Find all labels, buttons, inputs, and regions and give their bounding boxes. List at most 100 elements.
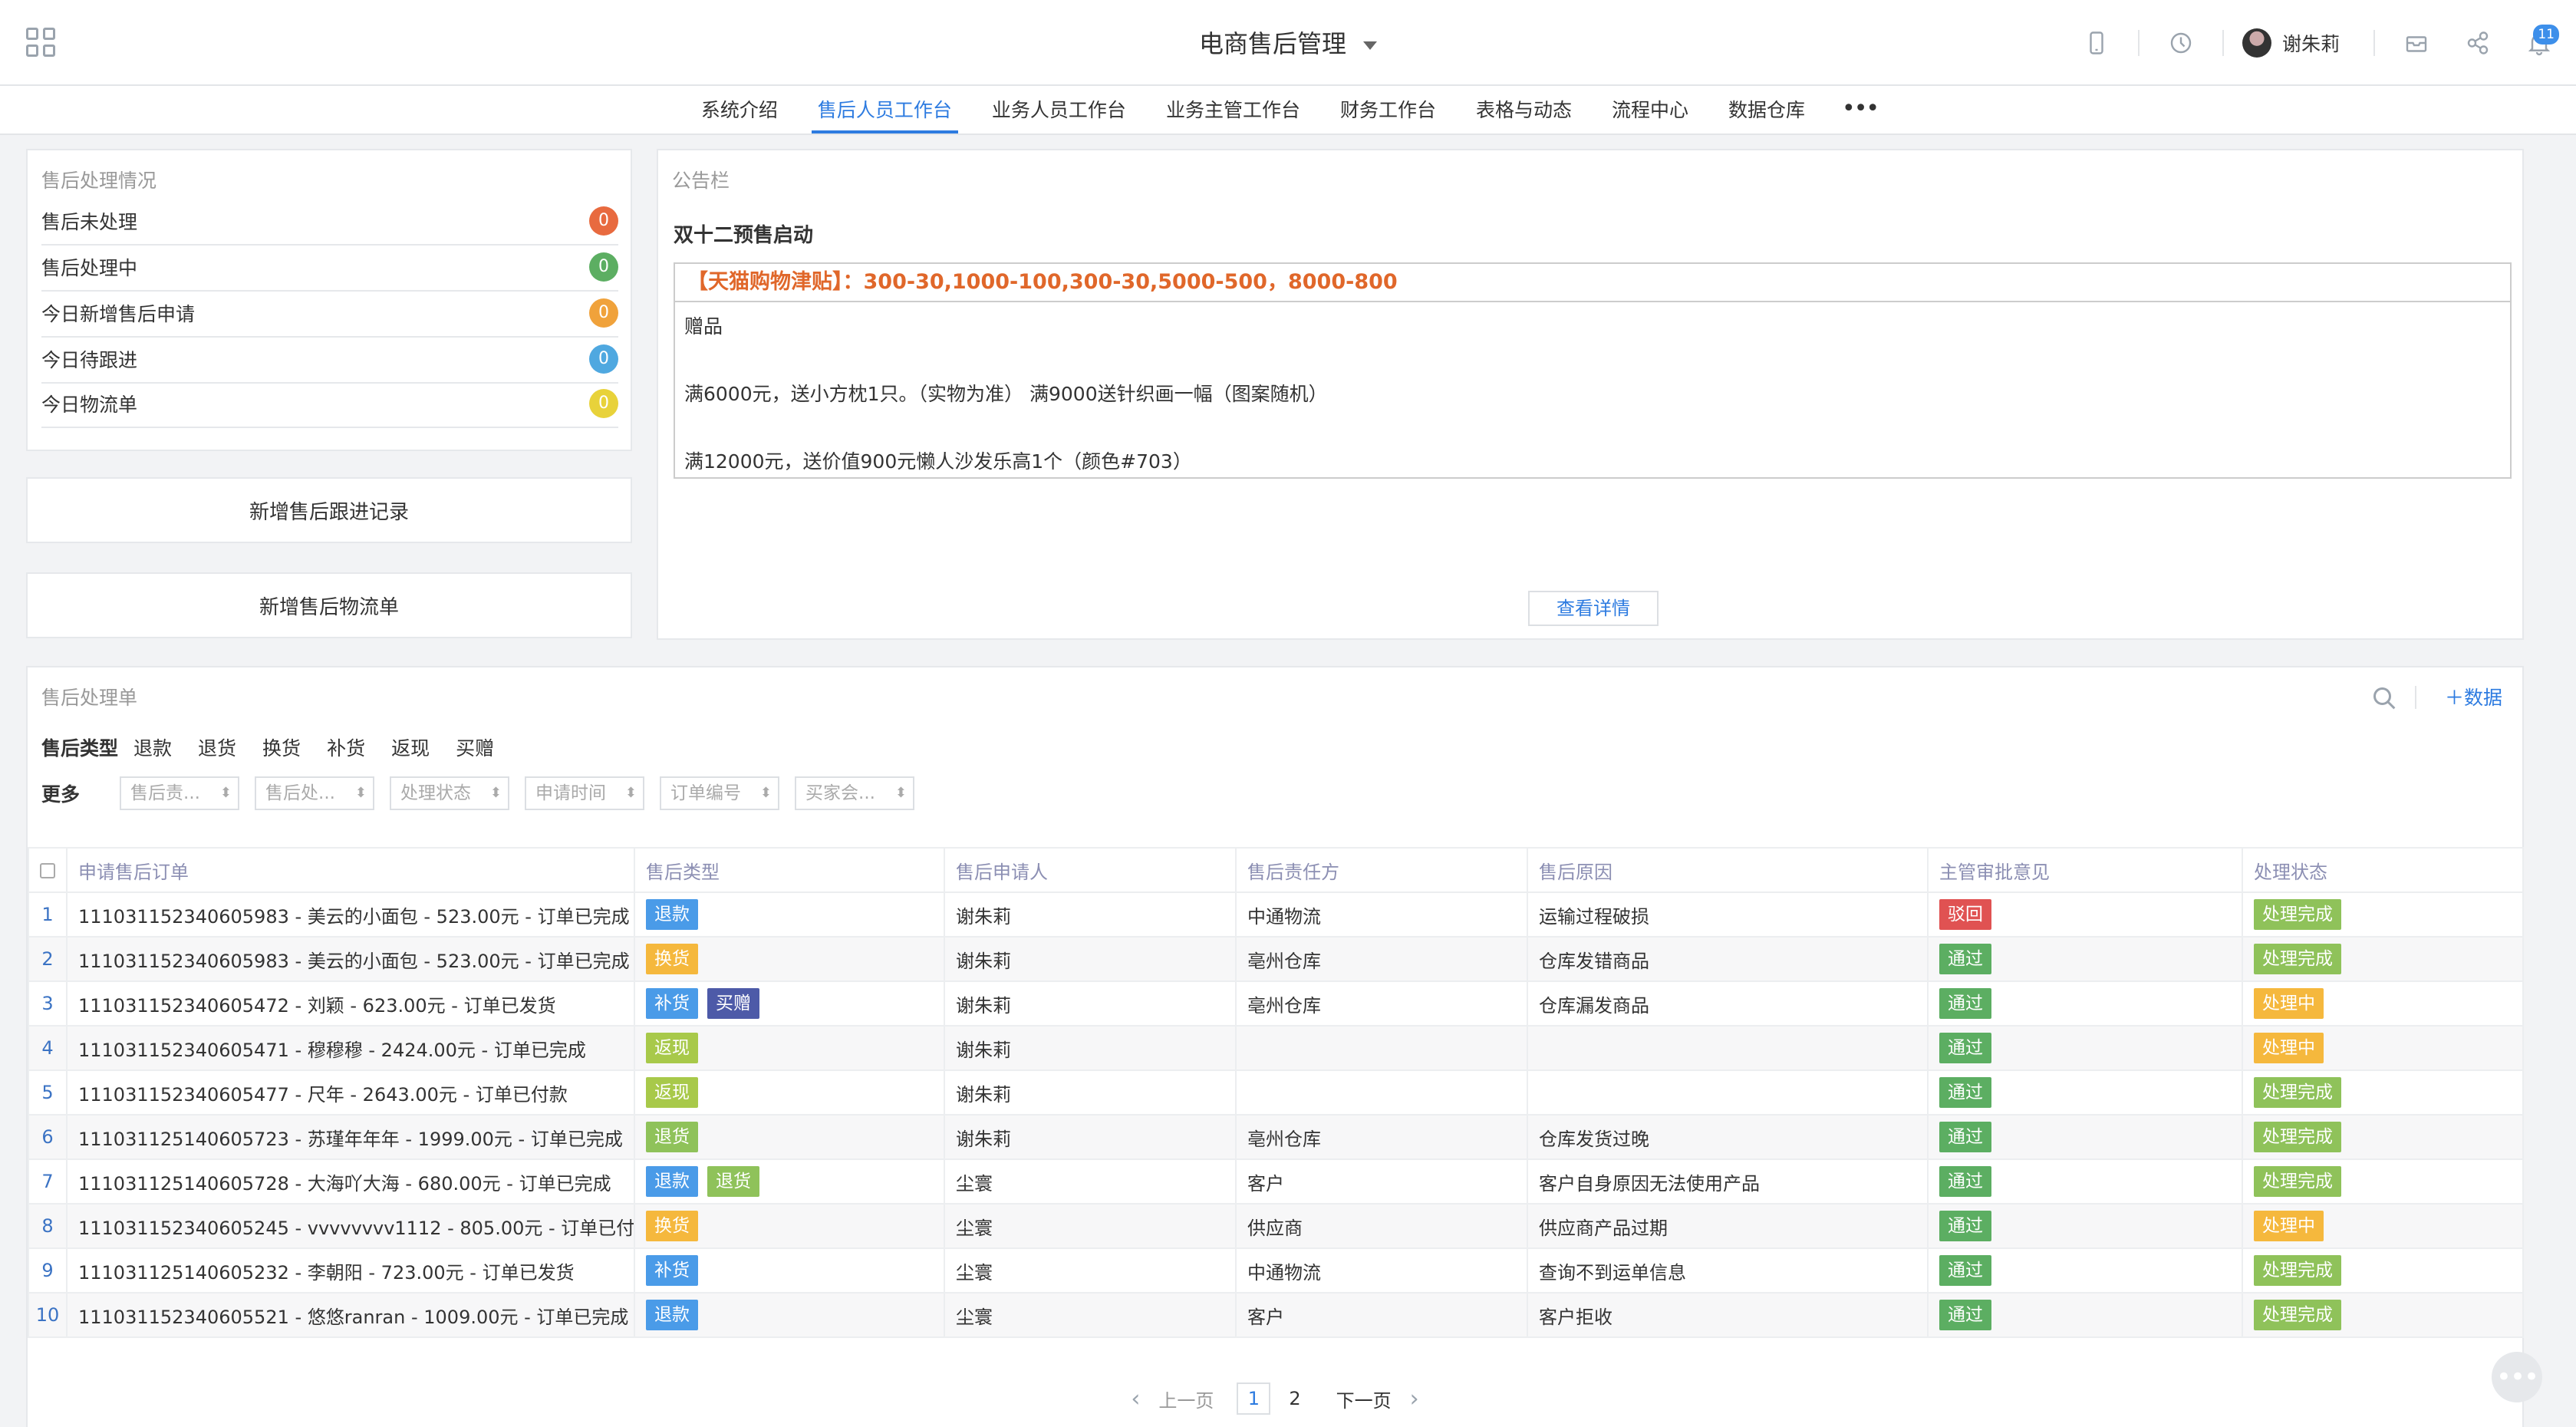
status-row[interactable]: 售后未处理 0 (41, 198, 618, 246)
user-menu[interactable]: 谢朱莉 (2242, 28, 2340, 58)
filter-option[interactable]: 返现 (391, 737, 430, 760)
table-row[interactable]: 1 111031152340605983 - 美云的小面包 - 523.00元 … (28, 891, 2524, 938)
filter-select[interactable]: 处理状态 (390, 776, 510, 810)
approval-tag: 通过 (1939, 1211, 1991, 1241)
reason-cell (1527, 1025, 1929, 1071)
clock-icon[interactable] (2158, 20, 2204, 66)
notice-promo: 【天猫购物津贴】：300-30,1000-100,300-30,5000-500… (675, 264, 2510, 302)
order-cell[interactable]: 111031152340605245 - vvvvvvvv1112 - 805.… (66, 1203, 635, 1249)
view-details-button[interactable]: 查看详情 (1528, 591, 1659, 626)
page-1-button[interactable]: 1 (1237, 1383, 1271, 1415)
chat-icon[interactable]: ••• (2492, 1352, 2542, 1402)
column-header[interactable]: 处理状态 (2242, 847, 2524, 893)
search-icon[interactable] (2369, 683, 2400, 714)
reason-cell: 仓库漏发商品 (1527, 980, 1929, 1027)
party-cell: 客户 (1235, 1292, 1528, 1338)
reason-cell: 运输过程破损 (1527, 891, 1929, 938)
card-title: 公告栏 (672, 170, 730, 192)
status-row[interactable]: 售后处理中 0 (41, 244, 618, 292)
tab-process-center[interactable]: 流程中心 (1592, 86, 1708, 133)
approval-cell: 通过 (1927, 1247, 2243, 1294)
select-all-checkbox[interactable] (28, 847, 68, 893)
tab-aftersales-workbench[interactable]: 售后人员工作台 (798, 86, 972, 133)
table-row[interactable]: 2 111031152340605983 - 美云的小面包 - 523.00元 … (28, 936, 2524, 982)
table-row[interactable]: 10 111031152340605521 - 悠悠ranran - 1009.… (28, 1292, 2524, 1338)
reason-cell: 客户拒收 (1527, 1292, 1929, 1338)
column-header[interactable]: 售后责任方 (1235, 847, 1528, 893)
column-header[interactable]: 申请售后订单 (66, 847, 635, 893)
order-cell[interactable]: 111031125140605723 - 苏瑾年年年 - 1999.00元 - … (66, 1114, 635, 1160)
chevron-right-icon[interactable]: › (1410, 1386, 1419, 1412)
tab-tables-activity[interactable]: 表格与动态 (1456, 86, 1592, 133)
page-2-button[interactable]: 2 (1289, 1388, 1300, 1409)
order-cell[interactable]: 111031125140605728 - 大海吖大海 - 680.00元 - 订… (66, 1158, 635, 1205)
add-logistics-button[interactable]: 新增售后物流单 (26, 572, 632, 638)
order-cell[interactable]: 111031152340605472 - 刘颖 - 623.00元 - 订单已发… (66, 980, 635, 1027)
filter-option[interactable]: 换货 (262, 737, 301, 760)
notice-board-card: 公告栏 双十二预售启动 【天猫购物津贴】：300-30,1000-100,300… (657, 149, 2524, 640)
status-cell: 处理完成 (2242, 1247, 2524, 1294)
filter-option[interactable]: 买赠 (456, 737, 494, 760)
more-icon[interactable]: ••• (1825, 86, 1895, 133)
inbox-icon[interactable] (2393, 20, 2439, 66)
order-cell[interactable]: 111031152340605983 - 美云的小面包 - 523.00元 - … (66, 891, 635, 938)
type-cell: 换货 (634, 1203, 945, 1249)
share-icon[interactable] (2455, 20, 2501, 66)
party-cell (1235, 1069, 1528, 1116)
table-row[interactable]: 3 111031152340605472 - 刘颖 - 623.00元 - 订单… (28, 980, 2524, 1027)
status-row[interactable]: 今日新增售后申请 0 (41, 290, 618, 338)
tab-finance-workbench[interactable]: 财务工作台 (1320, 86, 1456, 133)
bell-icon[interactable]: 11 (2516, 20, 2562, 66)
applicant-cell: 谢朱莉 (944, 891, 1237, 938)
filter-select[interactable]: 买家会... (795, 776, 915, 810)
add-followup-label: 新增售后跟进记录 (249, 500, 409, 524)
column-header[interactable]: 售后原因 (1527, 847, 1929, 893)
column-header[interactable]: 主管审批意见 (1927, 847, 2243, 893)
filter-select[interactable]: 订单编号 (660, 776, 780, 810)
next-page-button[interactable]: 下一页 (1336, 1386, 1392, 1412)
table-row[interactable]: 4 111031152340605471 - 穆穆穆 - 2424.00元 - … (28, 1025, 2524, 1071)
status-count-badge: 0 (589, 298, 618, 328)
party-cell: 中通物流 (1235, 1247, 1528, 1294)
add-data-button[interactable]: ＋数据 (2445, 683, 2502, 710)
top-bar: 电商售后管理 谢朱莉 11 (0, 0, 2576, 86)
status-label: 售后处理中 (41, 257, 138, 279)
filter-option[interactable]: 退货 (198, 737, 236, 760)
status-row[interactable]: 今日物流单 0 (41, 381, 618, 428)
table-row[interactable]: 5 111031152340605477 - 尺年 - 2643.00元 - 订… (28, 1069, 2524, 1116)
table-row[interactable]: 7 111031125140605728 - 大海吖大海 - 680.00元 -… (28, 1158, 2524, 1205)
filter-select[interactable]: 售后处... (255, 776, 375, 810)
approval-tag: 通过 (1939, 1255, 1991, 1286)
table-row[interactable]: 9 111031125140605232 - 李朝阳 - 723.00元 - 订… (28, 1247, 2524, 1294)
column-header[interactable]: 售后申请人 (944, 847, 1237, 893)
filter-option[interactable]: 退款 (133, 737, 172, 760)
row-number: 7 (28, 1158, 68, 1205)
filter-option[interactable]: 补货 (327, 737, 365, 760)
status-tag: 处理完成 (2254, 1166, 2341, 1197)
mobile-icon[interactable] (2074, 20, 2120, 66)
order-cell[interactable]: 111031152340605477 - 尺年 - 2643.00元 - 订单已… (66, 1069, 635, 1116)
filter-select[interactable]: 申请时间 (525, 776, 645, 810)
table-row[interactable]: 8 111031152340605245 - vvvvvvvv1112 - 80… (28, 1203, 2524, 1249)
tab-data-warehouse[interactable]: 数据仓库 (1708, 86, 1825, 133)
prev-page-button[interactable]: 上一页 (1158, 1386, 1214, 1412)
tab-system-intro[interactable]: 系统介绍 (681, 86, 798, 133)
order-cell[interactable]: 111031152340605983 - 美云的小面包 - 523.00元 - … (66, 936, 635, 982)
status-row[interactable]: 今日待跟进 0 (41, 336, 618, 384)
status-cell: 处理中 (2242, 1025, 2524, 1071)
notice-line: 满6000元，送小方枕1只。（实物为准） 满9000送针织画一幅（图案随机） (684, 383, 1328, 405)
notice-line: 赠品 (684, 315, 723, 338)
filter-select[interactable]: 售后责... (120, 776, 240, 810)
tab-supervisor-workbench[interactable]: 业务主管工作台 (1146, 86, 1320, 133)
chevron-left-icon[interactable]: ‹ (1131, 1386, 1140, 1412)
order-cell[interactable]: 111031152340605471 - 穆穆穆 - 2424.00元 - 订单… (66, 1025, 635, 1071)
order-cell[interactable]: 111031152340605521 - 悠悠ranran - 1009.00元… (66, 1292, 635, 1338)
type-tag: 退货 (646, 1122, 698, 1152)
approval-cell: 通过 (1927, 1203, 2243, 1249)
column-header[interactable]: 售后类型 (634, 847, 945, 893)
order-cell[interactable]: 111031125140605232 - 李朝阳 - 723.00元 - 订单已… (66, 1247, 635, 1294)
add-followup-button[interactable]: 新增售后跟进记录 (26, 477, 632, 543)
table-header: 申请售后订单 售后类型 售后申请人 售后责任方 售后原因 主管审批意见 处理状态 (28, 847, 2524, 893)
table-row[interactable]: 6 111031125140605723 - 苏瑾年年年 - 1999.00元 … (28, 1114, 2524, 1160)
tab-business-workbench[interactable]: 业务人员工作台 (972, 86, 1146, 133)
